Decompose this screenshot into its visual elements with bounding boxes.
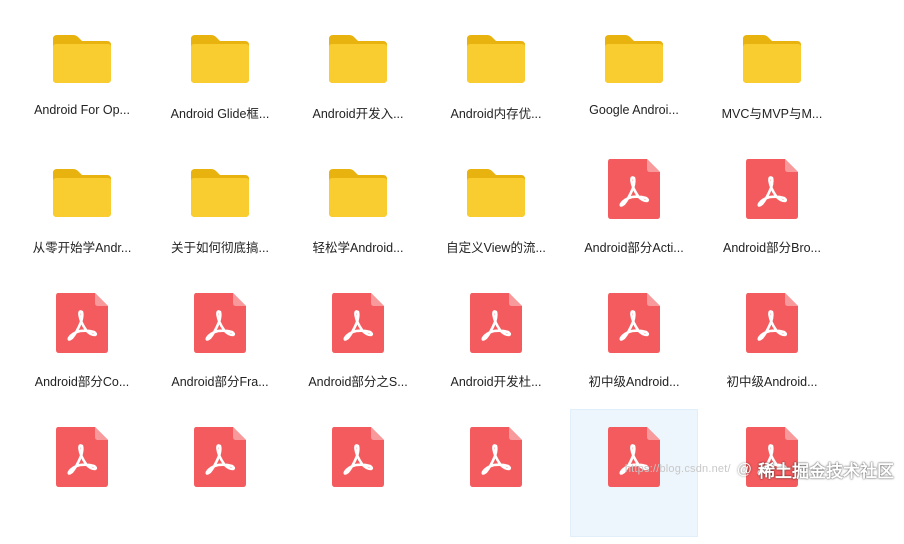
- pdf-file-item[interactable]: [157, 410, 283, 536]
- folder-icon: [51, 28, 113, 90]
- folder-icon: [741, 28, 803, 90]
- folder-item[interactable]: 从零开始学Andr...: [19, 142, 145, 268]
- pdf-icon-svg: [746, 293, 798, 353]
- pdf-icon: [189, 426, 251, 488]
- folder-icon-svg: [191, 169, 249, 217]
- pdf-icon: [465, 426, 527, 488]
- pdf-icon-svg: [746, 159, 798, 219]
- pdf-icon-svg: [608, 293, 660, 353]
- folder-item[interactable]: Android开发入...: [295, 8, 421, 134]
- folder-icon-svg: [743, 35, 801, 83]
- file-name-label: 初中级Android...: [588, 375, 680, 389]
- pdf-icon-svg: [56, 293, 108, 353]
- pdf-icon-svg: [470, 427, 522, 487]
- pdf-icon: [51, 426, 113, 488]
- pdf-file-item[interactable]: [709, 410, 835, 536]
- pdf-file-item[interactable]: Android部分Co...: [19, 276, 145, 402]
- folder-item[interactable]: 轻松学Android...: [295, 142, 421, 268]
- folder-icon-svg: [329, 169, 387, 217]
- pdf-icon: [603, 292, 665, 354]
- pdf-icon-svg: [608, 159, 660, 219]
- pdf-file-item[interactable]: Android部分Fra...: [157, 276, 283, 402]
- folder-icon: [327, 28, 389, 90]
- file-name-label: Android开发入...: [312, 107, 404, 121]
- pdf-icon-svg: [332, 293, 384, 353]
- pdf-icon: [327, 426, 389, 488]
- pdf-file-item[interactable]: 初中级Android...: [709, 276, 835, 402]
- file-name-label: 轻松学Android...: [312, 241, 404, 255]
- file-name-label: Android开发杜...: [450, 375, 542, 389]
- file-name-label: Android部分Bro...: [723, 241, 821, 255]
- file-name-label: Android部分Acti...: [584, 241, 684, 255]
- folder-item[interactable]: Android Glide框...: [157, 8, 283, 134]
- file-name-label: Android部分Fra...: [171, 375, 269, 389]
- pdf-icon: [465, 292, 527, 354]
- file-grid: Android For Op... Android Glide框... Andr…: [13, 8, 843, 544]
- folder-icon: [603, 28, 665, 90]
- pdf-file-item[interactable]: [433, 410, 559, 536]
- folder-icon-svg: [467, 35, 525, 83]
- folder-item[interactable]: Android内存优...: [433, 8, 559, 134]
- pdf-icon: [327, 292, 389, 354]
- file-name-label: Android部分Co...: [34, 375, 130, 389]
- file-name-label: 自定义View的流...: [446, 241, 546, 255]
- folder-icon-svg: [605, 35, 663, 83]
- pdf-icon: [603, 158, 665, 220]
- folder-item[interactable]: MVC与MVP与M...: [709, 8, 835, 134]
- pdf-icon-svg: [332, 427, 384, 487]
- folder-icon: [189, 28, 251, 90]
- pdf-icon-svg: [194, 427, 246, 487]
- pdf-file-item[interactable]: [295, 410, 421, 536]
- folder-icon: [51, 162, 113, 224]
- pdf-icon-svg: [194, 293, 246, 353]
- file-name-label: Google Androi...: [589, 103, 679, 117]
- folder-icon-svg: [329, 35, 387, 83]
- folder-icon-svg: [191, 35, 249, 83]
- file-name-label: MVC与MVP与M...: [721, 107, 823, 121]
- pdf-icon-svg: [56, 427, 108, 487]
- folder-icon-svg: [53, 169, 111, 217]
- folder-icon-svg: [53, 35, 111, 83]
- file-name-label: 从零开始学Andr...: [32, 241, 132, 255]
- folder-item[interactable]: 关于如何彻底搞...: [157, 142, 283, 268]
- pdf-icon-svg: [470, 293, 522, 353]
- pdf-file-item[interactable]: [19, 410, 145, 536]
- folder-icon: [189, 162, 251, 224]
- pdf-file-item[interactable]: Android部分Acti...: [571, 142, 697, 268]
- pdf-file-item[interactable]: Android部分之S...: [295, 276, 421, 402]
- pdf-file-item[interactable]: Android开发杜...: [433, 276, 559, 402]
- file-name-label: 初中级Android...: [726, 375, 818, 389]
- pdf-icon: [189, 292, 251, 354]
- pdf-icon: [51, 292, 113, 354]
- file-name-label: Android部分之S...: [308, 375, 408, 389]
- file-name-label: Android For Op...: [34, 103, 130, 117]
- file-name-label: Android内存优...: [450, 107, 542, 121]
- file-name-label: Android Glide框...: [170, 107, 270, 121]
- folder-icon: [327, 162, 389, 224]
- folder-item[interactable]: 自定义View的流...: [433, 142, 559, 268]
- folder-icon-svg: [467, 169, 525, 217]
- folder-icon: [465, 28, 527, 90]
- pdf-icon: [741, 426, 803, 488]
- pdf-icon-svg: [608, 427, 660, 487]
- pdf-file-item[interactable]: Android部分Bro...: [709, 142, 835, 268]
- folder-icon: [465, 162, 527, 224]
- pdf-icon: [603, 426, 665, 488]
- file-name-label: 关于如何彻底搞...: [171, 241, 269, 255]
- pdf-icon: [741, 158, 803, 220]
- folder-item[interactable]: Android For Op...: [19, 8, 145, 134]
- pdf-file-item[interactable]: [570, 409, 698, 537]
- pdf-icon: [741, 292, 803, 354]
- pdf-file-item[interactable]: 初中级Android...: [571, 276, 697, 402]
- folder-item[interactable]: Google Androi...: [571, 8, 697, 134]
- pdf-icon-svg: [746, 427, 798, 487]
